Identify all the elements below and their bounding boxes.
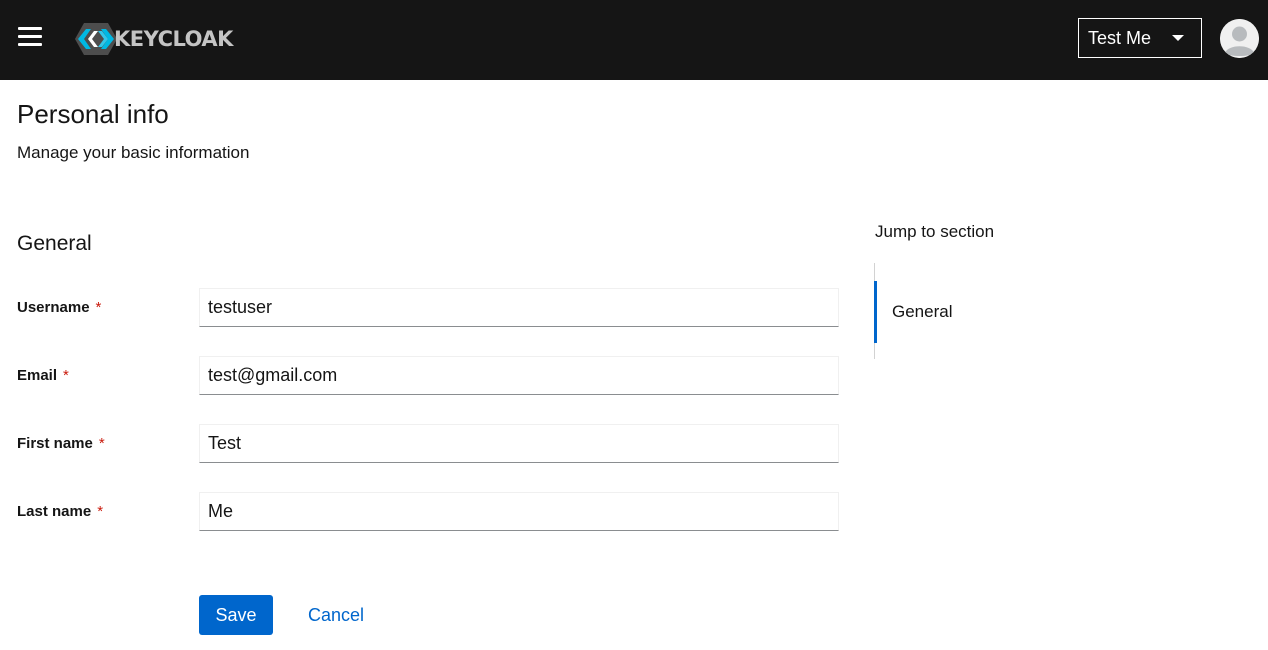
last-name-input[interactable] [199, 492, 839, 531]
page-title: Personal info [17, 99, 169, 129]
username-label: Username * [17, 298, 101, 318]
jump-to-section-title: Jump to section [875, 222, 995, 241]
username-label-text: Username [17, 299, 90, 316]
page-subtitle: Manage your basic information [17, 143, 250, 162]
last-name-label-text: Last name [17, 503, 92, 520]
brand-text: KEYCLOAK [114, 27, 233, 51]
last-name-label: Last name * [17, 502, 103, 522]
brand-logo[interactable]: KEYCLOAK [74, 21, 233, 57]
avatar-silhouette-icon [1220, 19, 1259, 58]
email-input[interactable] [199, 356, 839, 395]
user-name: Test Me [1088, 27, 1152, 48]
first-name-label-text: First name [17, 435, 93, 452]
required-marker: * [63, 367, 69, 384]
user-avatar-icon[interactable] [1220, 19, 1259, 58]
save-button[interactable]: Save [199, 595, 273, 635]
email-label: Email * [17, 366, 69, 386]
username-input[interactable] [199, 288, 839, 327]
required-marker: * [97, 503, 104, 520]
cancel-button[interactable]: Cancel [296, 595, 376, 635]
keycloak-logo-icon [75, 23, 117, 55]
first-name-label: First name * [17, 434, 105, 454]
user-dropdown[interactable]: Test Me [1078, 18, 1202, 58]
masthead: KEYCLOAK Test Me [0, 0, 1268, 80]
caret-down-icon [1172, 35, 1184, 41]
email-label-text: Email [17, 367, 58, 384]
section-title-general: General [17, 232, 92, 255]
required-marker: * [98, 435, 105, 452]
hamburger-menu-icon[interactable] [18, 27, 42, 47]
first-name-input[interactable] [199, 424, 839, 463]
jump-link-label: General [892, 302, 953, 321]
required-marker: * [95, 299, 102, 316]
jump-link-general[interactable]: General [874, 281, 1074, 343]
